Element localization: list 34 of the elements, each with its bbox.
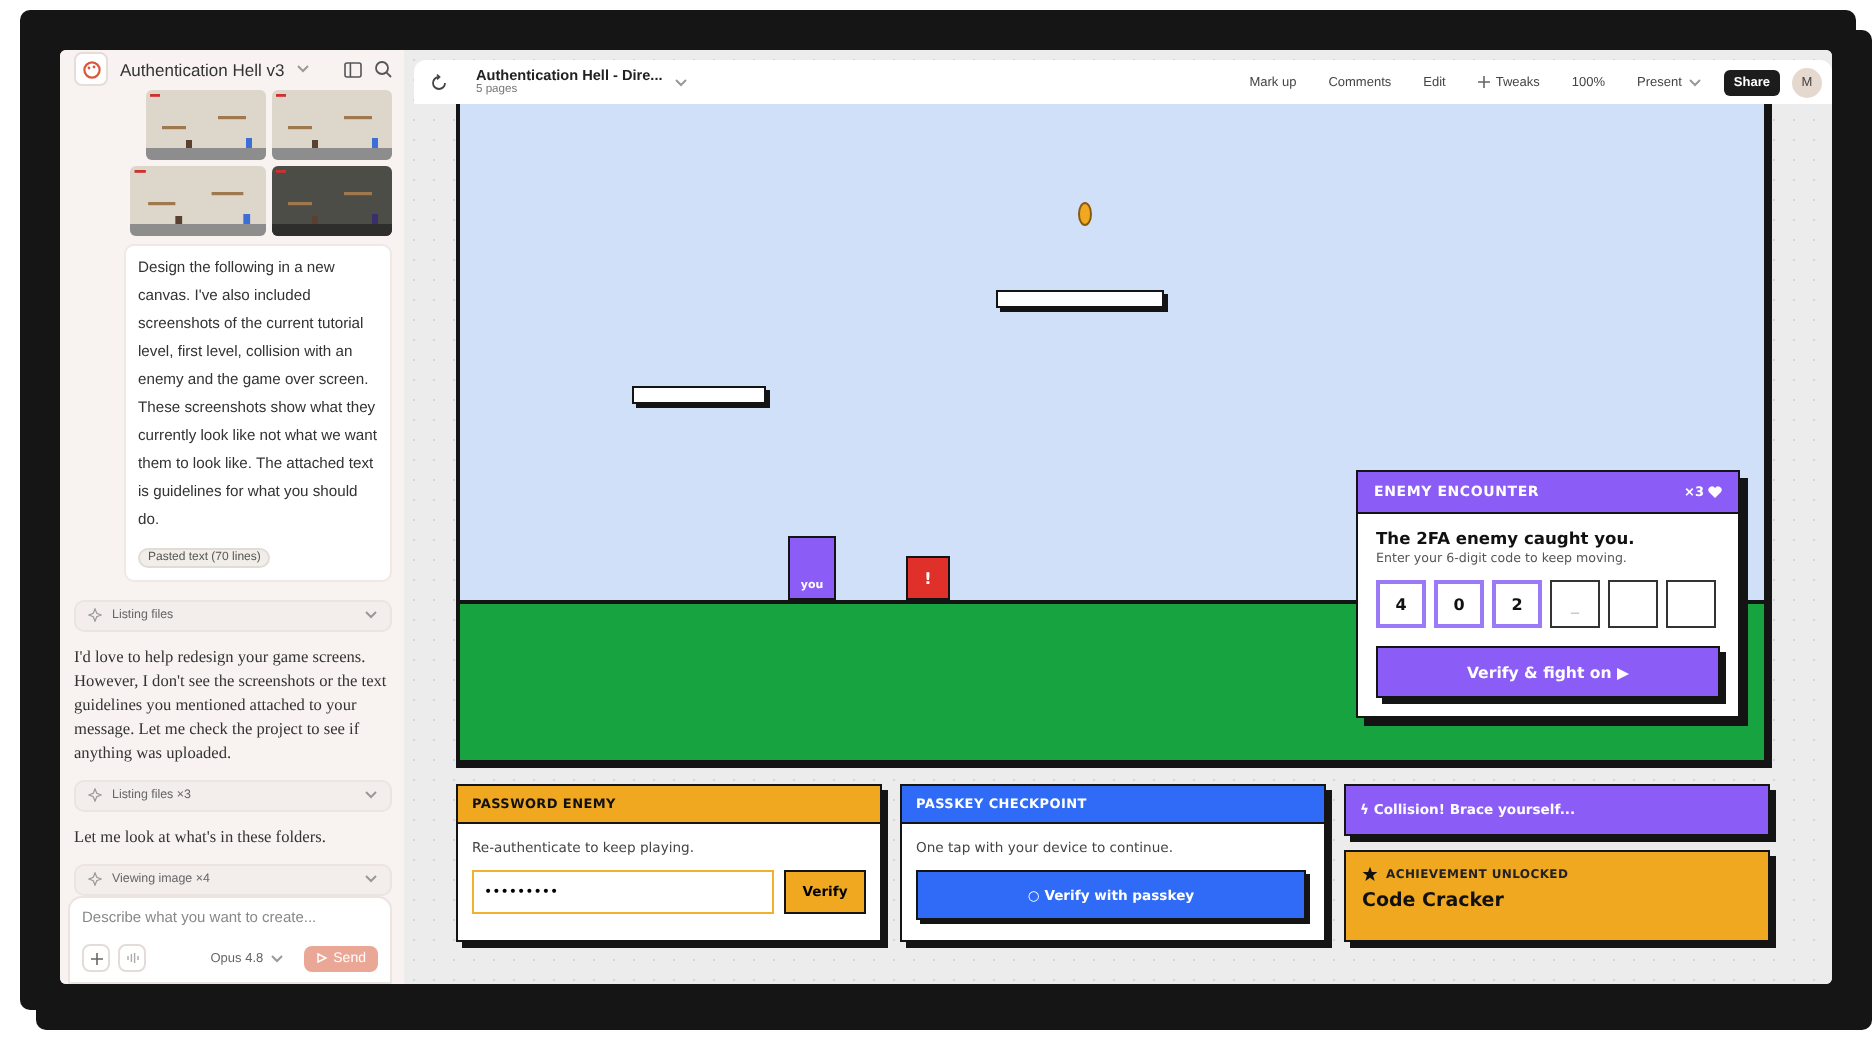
- plus-icon: [89, 951, 103, 965]
- caret-icon: [674, 77, 689, 87]
- caret-icon: [269, 953, 284, 963]
- coin: [1078, 202, 1092, 226]
- sparkle-icon: [88, 608, 102, 622]
- caret-icon: [296, 64, 311, 75]
- enemy-block: !: [906, 556, 950, 600]
- assistant-message: I'd love to help redesign your game screens. However, I don't see the screenshots or the text guidelines you mentioned attached to your message. Let me check the project to see if anything was uploaded.: [74, 645, 389, 765]
- caret-icon: [1687, 77, 1702, 87]
- code-digit-field[interactable]: [1666, 580, 1716, 628]
- refresh-icon[interactable]: [430, 73, 448, 91]
- sparkle-icon: [88, 872, 102, 886]
- achievement-title: Code Cracker: [1362, 890, 1506, 912]
- caret-icon: [364, 874, 378, 884]
- caret-icon: [364, 790, 378, 800]
- caret-icon: [364, 610, 378, 620]
- platform: [632, 386, 766, 404]
- code-digit-field[interactable]: 4: [1376, 580, 1426, 628]
- waveform-icon: [125, 952, 139, 964]
- sparkle-icon: [88, 788, 102, 802]
- heart-icon: [1708, 486, 1722, 498]
- project-title[interactable]: Authentication Hell v3: [120, 59, 285, 80]
- search-icon[interactable]: [374, 60, 392, 79]
- assistant-message: Let me look at what's in these folders.: [74, 825, 328, 849]
- code-digit-field[interactable]: 2: [1492, 580, 1542, 628]
- code-digit-field[interactable]: [1608, 580, 1658, 628]
- plus-icon: [1477, 76, 1490, 88]
- send-icon: [315, 952, 328, 964]
- star-icon: [1362, 866, 1378, 882]
- logo-icon[interactable]: [74, 52, 108, 87]
- add-button[interactable]: [82, 944, 110, 972]
- dialog-heading: The 2FA enemy caught you.: [1376, 528, 1637, 548]
- sidebar-icon[interactable]: [344, 61, 362, 78]
- code-digit-field[interactable]: 0: [1434, 580, 1484, 628]
